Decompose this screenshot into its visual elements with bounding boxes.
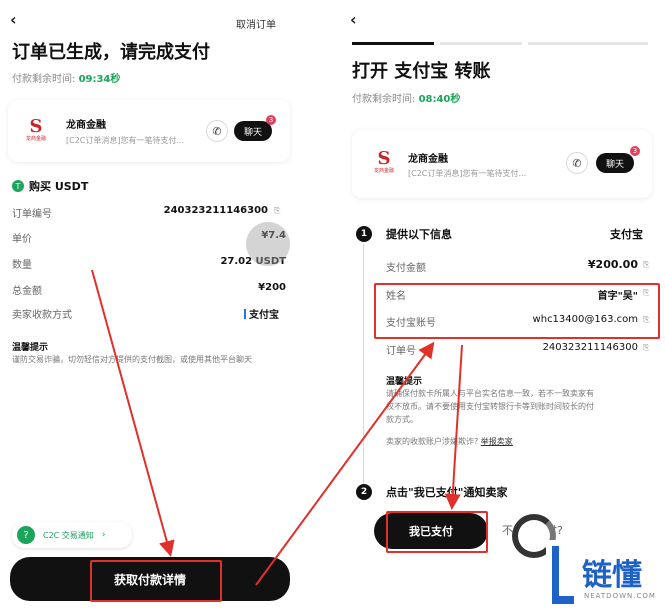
arrow-to-paid-button	[444, 344, 463, 510]
arrow-to-button	[91, 269, 175, 557]
arrow-to-account	[255, 341, 435, 586]
annotation-arrows	[91, 269, 463, 586]
